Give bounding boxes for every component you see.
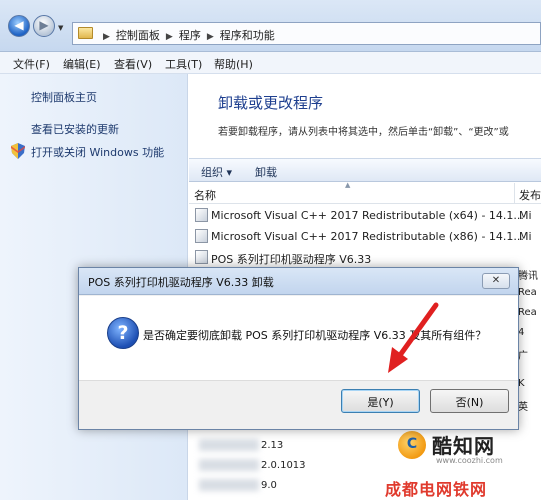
column-name[interactable]: 名称: [194, 187, 216, 203]
installed-updates-link[interactable]: 查看已安装的更新: [31, 121, 119, 137]
page-title: 卸载或更改程序: [218, 94, 324, 112]
breadcrumb-programs[interactable]: 程序: [179, 29, 201, 42]
menu-tools[interactable]: 工具(T): [165, 56, 202, 72]
program-publisher: Mi: [519, 209, 532, 222]
publisher-fragment: Rea: [518, 307, 537, 318]
menu-view[interactable]: 查看(V): [114, 56, 152, 72]
program-row[interactable]: Microsoft Visual C++ 2017 Redistributabl…: [189, 205, 541, 226]
publisher-fragment: Rea: [518, 287, 537, 298]
dialog-titlebar[interactable]: POS 系列打印机驱动程序 V6.33 卸载 ✕: [79, 268, 518, 295]
program-version: 9.0: [261, 480, 277, 491]
program-name: Microsoft Visual C++ 2017 Redistributabl…: [211, 209, 524, 222]
menu-edit[interactable]: 编辑(E): [63, 56, 101, 72]
program-row[interactable]: 9.0: [189, 476, 541, 496]
sort-ascending-icon: ▲: [345, 181, 351, 189]
breadcrumb[interactable]: ▶ 控制面板 ▶ 程序 ▶ 程序和功能: [72, 22, 541, 45]
breadcrumb-control-panel[interactable]: 控制面板: [116, 29, 160, 42]
question-icon: ?: [107, 317, 139, 349]
blurred-name: [199, 439, 259, 451]
column-publisher[interactable]: 发布: [519, 187, 541, 203]
breadcrumb-programs-features[interactable]: 程序和功能: [220, 29, 275, 42]
watermark-logo: C: [396, 429, 428, 461]
forward-button[interactable]: ▶: [33, 15, 55, 37]
control-panel-icon: [78, 27, 93, 39]
back-arrow-icon: ◀: [14, 18, 24, 32]
close-icon: ✕: [491, 275, 501, 286]
command-bar: 组织 ▾ 卸载: [189, 158, 541, 182]
no-button[interactable]: 否(N): [430, 389, 509, 413]
publisher-fragment: 腾讯: [518, 271, 538, 282]
publisher-fragment: 英: [518, 402, 528, 413]
installer-icon: [195, 229, 208, 243]
printer-driver-icon: [195, 250, 208, 264]
blurred-name: [199, 459, 259, 471]
watermark-url: www.coozhi.com: [436, 456, 503, 465]
menu-bar: 文件(F) 编辑(E) 查看(V) 工具(T) 帮助(H): [0, 52, 541, 74]
dialog-message: 是否确定要彻底卸载 POS 系列打印机驱动程序 V6.33 及其所有组件？: [143, 329, 487, 342]
program-name: Microsoft Visual C++ 2017 Redistributabl…: [211, 230, 524, 243]
program-name: POS 系列打印机驱动程序 V6.33: [211, 253, 372, 266]
windows-features-link[interactable]: 打开或关闭 Windows 功能: [31, 144, 164, 160]
dialog-footer: 是(Y) 否(N): [79, 380, 518, 429]
column-divider[interactable]: [514, 183, 515, 204]
program-version: 2.13: [261, 440, 284, 451]
program-row[interactable]: POS 系列打印机驱动程序 V6.33: [189, 247, 541, 268]
program-version: 2.0.1013: [261, 460, 306, 471]
program-publisher: Mi: [519, 230, 532, 243]
close-button[interactable]: ✕: [482, 273, 510, 289]
chevron-right-icon[interactable]: ▶: [160, 32, 179, 42]
menu-help[interactable]: 帮助(H): [214, 56, 253, 72]
watermark-bottom-text: 成都电网铁网: [385, 480, 488, 499]
chevron-right-icon[interactable]: ▶: [97, 32, 116, 42]
menu-file[interactable]: 文件(F): [13, 56, 50, 72]
back-button[interactable]: ◀: [8, 15, 30, 37]
organize-button[interactable]: 组织 ▾: [201, 164, 232, 180]
shield-icon: [11, 143, 25, 159]
installer-icon: [195, 208, 208, 222]
dialog-title: POS 系列打印机驱动程序 V6.33 卸载: [88, 276, 274, 289]
publisher-fragment: 广: [518, 351, 528, 362]
watermark-site-name: 酷知网: [432, 434, 495, 458]
control-panel-home-link[interactable]: 控制面板主页: [31, 89, 97, 105]
blurred-name: [199, 479, 259, 491]
uninstall-button[interactable]: 卸载: [255, 164, 277, 180]
dialog-body: ? 是否确定要彻底卸载 POS 系列打印机驱动程序 V6.33 及其所有组件？: [79, 296, 518, 380]
column-header: ▲ 名称 发布: [189, 181, 541, 204]
uninstall-dialog: POS 系列打印机驱动程序 V6.33 卸载 ✕ ? 是否确定要彻底卸载 POS…: [78, 267, 519, 430]
forward-arrow-icon: ▶: [39, 18, 49, 32]
chevron-right-icon[interactable]: ▶: [201, 32, 220, 42]
page-description: 若要卸载程序，请从列表中将其选中，然后单击“卸载”、“更改”或: [218, 127, 509, 138]
yes-button[interactable]: 是(Y): [341, 389, 420, 413]
program-row[interactable]: Microsoft Visual C++ 2017 Redistributabl…: [189, 226, 541, 247]
history-dropdown-icon[interactable]: ▼: [58, 24, 63, 32]
address-bar: ◀ ▶ ▼ ▶ 控制面板 ▶ 程序 ▶ 程序和功能: [0, 0, 541, 52]
